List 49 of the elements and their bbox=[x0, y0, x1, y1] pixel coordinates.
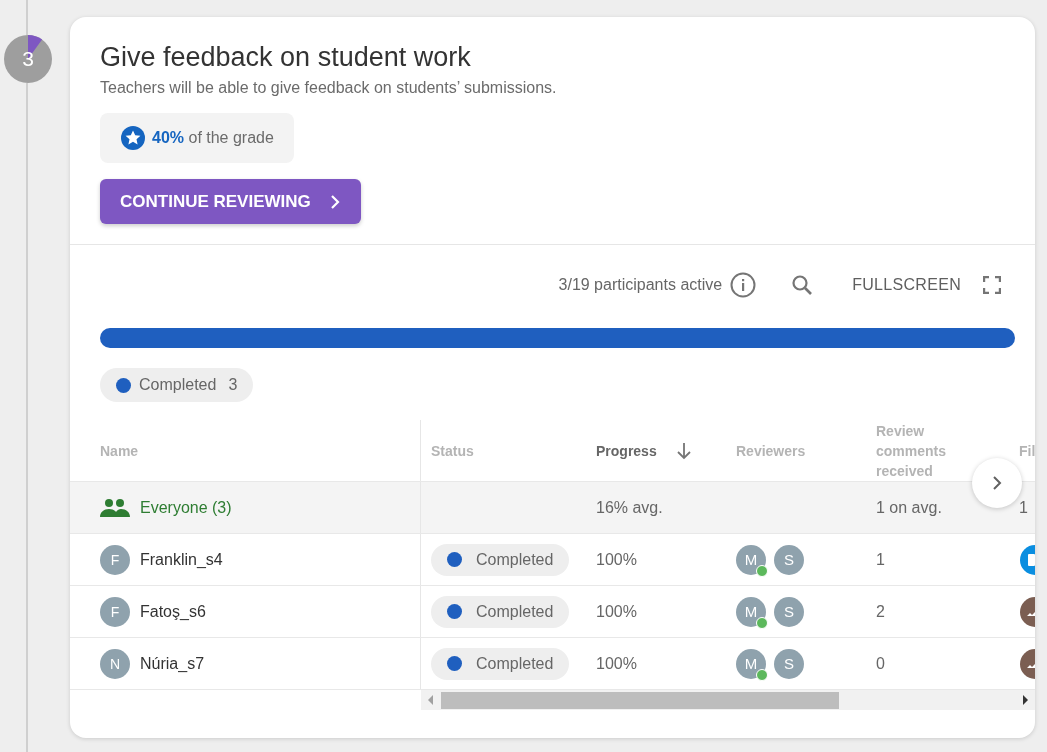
reviewer-avatar: M bbox=[736, 648, 766, 679]
student-avatar: N bbox=[100, 648, 130, 679]
sort-down-arrow-icon[interactable] bbox=[674, 441, 693, 460]
everyone-group-name[interactable]: Everyone (3) bbox=[140, 498, 232, 517]
files-count: 1 bbox=[1019, 498, 1028, 517]
student-avatar: F bbox=[100, 596, 130, 627]
grade-text: 40% of the grade bbox=[152, 129, 274, 147]
reviewer-avatar: M bbox=[736, 544, 766, 575]
comments-average: 1 on avg. bbox=[876, 498, 942, 517]
comments-count: 0 bbox=[876, 654, 885, 673]
status-filter-chip[interactable]: Completed 3 bbox=[100, 368, 254, 402]
reviewer-avatar: S bbox=[774, 648, 804, 679]
progress-percent: 100% bbox=[596, 602, 637, 621]
status-count: 3 bbox=[228, 376, 238, 394]
chevron-right-icon bbox=[992, 475, 1002, 491]
fullscreen-button[interactable]: FULLSCREEN bbox=[852, 276, 1001, 294]
info-icon[interactable] bbox=[730, 272, 757, 298]
reviewer-avatar: S bbox=[774, 596, 804, 627]
comments-count: 1 bbox=[876, 550, 885, 569]
step-number: 3 bbox=[21, 47, 35, 71]
scroll-right-icon[interactable] bbox=[1021, 695, 1029, 705]
file-app-icon[interactable] bbox=[1019, 544, 1035, 575]
student-name[interactable]: Fatoş_s6 bbox=[140, 602, 206, 621]
group-icon bbox=[100, 497, 130, 518]
progress-percent: 100% bbox=[596, 654, 637, 673]
progress-percent: 100% bbox=[596, 550, 637, 569]
student-name[interactable]: Núria_s7 bbox=[140, 654, 205, 673]
column-header[interactable]: Progress bbox=[596, 440, 657, 461]
status-label: Completed bbox=[139, 376, 217, 394]
student-name[interactable]: Franklin_s4 bbox=[140, 550, 223, 569]
task-description: Teachers will be able to give feedback on students’ submissions. bbox=[100, 79, 558, 97]
status-label: Completed bbox=[476, 602, 554, 621]
scroll-left-icon[interactable] bbox=[427, 695, 435, 705]
progress-average: 16% avg. bbox=[596, 498, 663, 517]
continue-reviewing-button[interactable]: CONTINUE REVIEWING bbox=[100, 179, 361, 224]
participants-active-text: 3/19 participants active bbox=[558, 276, 723, 294]
task-title: Give feedback on student work bbox=[100, 41, 472, 73]
fullscreen-icon bbox=[983, 276, 1001, 294]
reviewer-avatar: M bbox=[736, 596, 766, 627]
status-label: Completed bbox=[476, 654, 554, 673]
image-file-icon[interactable] bbox=[1019, 596, 1035, 627]
horizontal-scrollbar[interactable] bbox=[421, 690, 1035, 710]
image-file-icon[interactable] bbox=[1019, 648, 1035, 679]
student-avatar: F bbox=[100, 544, 130, 575]
chevron-right-icon bbox=[328, 193, 341, 210]
status-label: Completed bbox=[476, 550, 554, 569]
comments-count: 2 bbox=[876, 602, 885, 621]
scrollbar-thumb[interactable] bbox=[441, 691, 839, 709]
reviewer-avatar: S bbox=[774, 544, 804, 575]
